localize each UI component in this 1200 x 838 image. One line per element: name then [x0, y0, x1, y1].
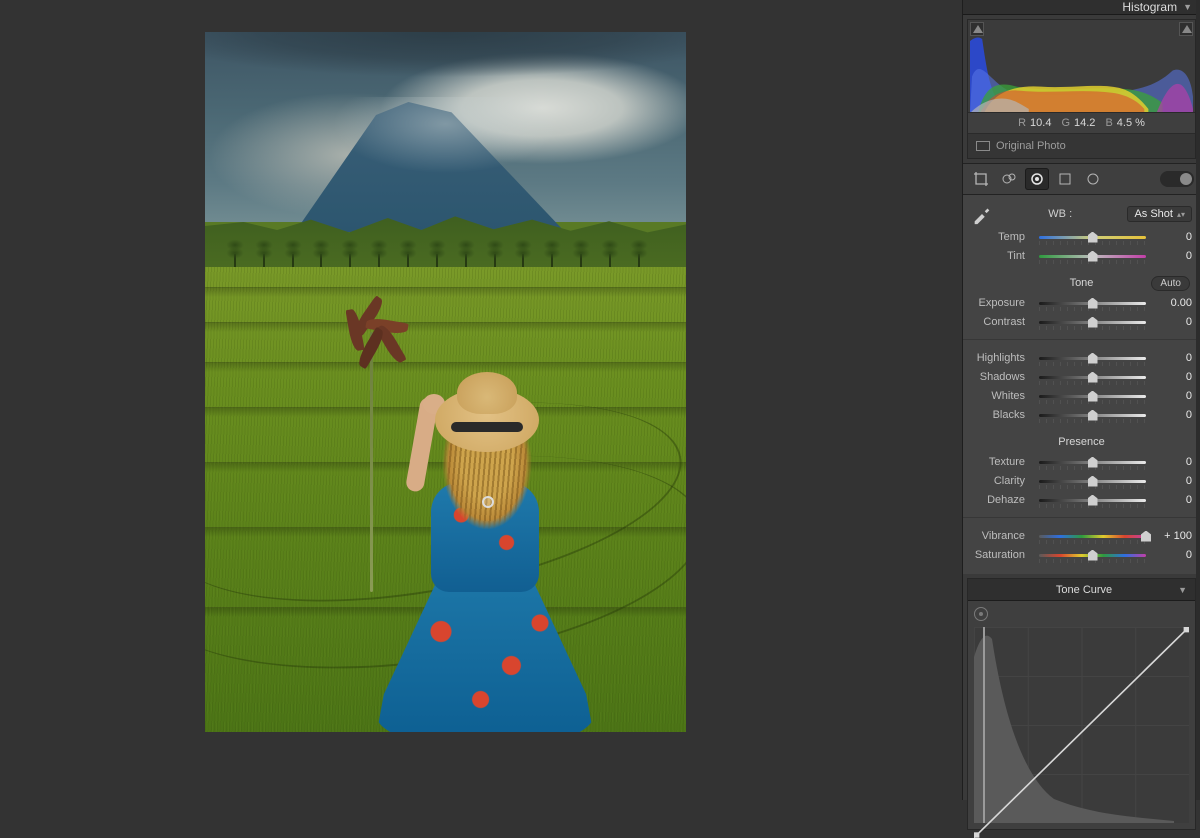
- whites-slider-row: Whites 0: [971, 386, 1192, 405]
- original-photo-toggle[interactable]: Original Photo: [968, 133, 1195, 158]
- saturation-value[interactable]: 0: [1152, 549, 1192, 561]
- contrast-slider[interactable]: [1039, 316, 1146, 328]
- panel-switch-toggle[interactable]: [1160, 171, 1194, 187]
- crop-tool-icon[interactable]: [969, 168, 993, 190]
- temp-slider-row: Temp 0: [971, 227, 1192, 246]
- histogram-panel: R10.4 G14.2 B4.5 % Original Photo: [967, 19, 1196, 159]
- contrast-slider-row: Contrast 0: [971, 312, 1192, 331]
- vibrance-slider[interactable]: [1039, 530, 1146, 542]
- highlights-slider[interactable]: [1039, 352, 1146, 364]
- texture-value[interactable]: 0: [1152, 456, 1192, 468]
- exposure-slider[interactable]: [1039, 297, 1146, 309]
- texture-label: Texture: [971, 456, 1033, 468]
- rgb-readout: R10.4 G14.2 B4.5 %: [968, 112, 1195, 133]
- collapse-icon: ▼: [1178, 585, 1187, 595]
- temp-slider[interactable]: [1039, 231, 1146, 243]
- highlights-value[interactable]: 0: [1152, 352, 1192, 364]
- histogram-graph[interactable]: [968, 20, 1195, 112]
- clarity-slider[interactable]: [1039, 475, 1146, 487]
- exposure-label: Exposure: [971, 297, 1033, 309]
- basic-panel: WB : As Shot▴▾ Temp 0 Tint 0 Tone Auto Expo…: [963, 195, 1200, 574]
- dehaze-label: Dehaze: [971, 494, 1033, 506]
- clarity-slider-row: Clarity 0: [971, 471, 1192, 490]
- shadows-slider[interactable]: [1039, 371, 1146, 383]
- contrast-value[interactable]: 0: [1152, 316, 1192, 328]
- histogram-svg: [970, 36, 1193, 112]
- saturation-slider-row: Saturation 0: [971, 545, 1192, 564]
- point-curve-target-icon[interactable]: [974, 607, 988, 621]
- presence-section-label: Presence: [1058, 436, 1104, 448]
- editor-canvas[interactable]: [0, 0, 962, 800]
- contrast-label: Contrast: [971, 316, 1033, 328]
- exposure-slider-row: Exposure 0.00: [971, 293, 1192, 312]
- texture-slider-row: Texture 0: [971, 452, 1192, 471]
- graduated-filter-tool-icon[interactable]: [1053, 168, 1077, 190]
- shadows-slider-row: Shadows 0: [971, 367, 1192, 386]
- auto-tone-button[interactable]: Auto: [1151, 276, 1190, 291]
- redeye-tool-icon[interactable]: [1025, 168, 1049, 190]
- whites-label: Whites: [971, 390, 1033, 402]
- histogram-header[interactable]: Histogram ▼: [963, 0, 1200, 15]
- dehaze-slider[interactable]: [1039, 494, 1146, 506]
- chevron-updown-icon: ▴▾: [1177, 210, 1185, 219]
- dehaze-slider-row: Dehaze 0: [971, 490, 1192, 509]
- exposure-value[interactable]: 0.00: [1152, 297, 1192, 309]
- white-balance-dropper-icon[interactable]: [971, 203, 993, 225]
- whites-slider[interactable]: [1039, 390, 1146, 402]
- tone-curve-header[interactable]: Tone Curve ▼: [968, 579, 1195, 601]
- wb-label: WB :: [1001, 208, 1119, 220]
- tone-curve-graph[interactable]: [974, 627, 1189, 823]
- photo-preview[interactable]: [205, 32, 686, 732]
- blacks-value[interactable]: 0: [1152, 409, 1192, 421]
- shadow-clip-indicator[interactable]: [970, 22, 984, 36]
- highlights-label: Highlights: [971, 352, 1033, 364]
- temp-value[interactable]: 0: [1152, 231, 1192, 243]
- blacks-slider-row: Blacks 0: [971, 405, 1192, 424]
- tint-slider[interactable]: [1039, 250, 1146, 262]
- wb-preset-select[interactable]: As Shot▴▾: [1127, 206, 1192, 222]
- develop-right-panel: Histogram ▼ R10.4 G14.2 B4.5 % Original …: [962, 0, 1200, 800]
- saturation-slider[interactable]: [1039, 549, 1146, 561]
- histogram-title: Histogram: [1122, 0, 1177, 14]
- clarity-label: Clarity: [971, 475, 1033, 487]
- collapse-icon: ▼: [1183, 2, 1192, 12]
- clarity-value[interactable]: 0: [1152, 475, 1192, 487]
- spot-removal-tool-icon[interactable]: [997, 168, 1021, 190]
- highlight-clip-indicator[interactable]: [1179, 22, 1193, 36]
- vibrance-label: Vibrance: [971, 530, 1033, 542]
- vibrance-value[interactable]: + 100: [1152, 530, 1192, 542]
- vibrance-slider-row: Vibrance + 100: [971, 526, 1192, 545]
- temp-label: Temp: [971, 231, 1033, 243]
- tint-value[interactable]: 0: [1152, 250, 1192, 262]
- local-adjust-toolstrip: [963, 163, 1200, 195]
- shadows-value[interactable]: 0: [1152, 371, 1192, 383]
- highlights-slider-row: Highlights 0: [971, 348, 1192, 367]
- radial-filter-tool-icon[interactable]: [1081, 168, 1105, 190]
- dehaze-value[interactable]: 0: [1152, 494, 1192, 506]
- tone-curve-input-indicator: [983, 627, 985, 823]
- tone-curve-line: [974, 627, 1189, 838]
- tone-curve-panel: Tone Curve ▼: [967, 578, 1196, 830]
- shadows-label: Shadows: [971, 371, 1033, 383]
- original-photo-icon: [976, 141, 990, 151]
- whites-value[interactable]: 0: [1152, 390, 1192, 402]
- blacks-label: Blacks: [971, 409, 1033, 421]
- panel-scrollbar[interactable]: [1196, 0, 1200, 800]
- tone-section-label: Tone: [1070, 277, 1094, 289]
- blacks-slider[interactable]: [1039, 409, 1146, 421]
- sample-cursor-icon: [482, 496, 494, 508]
- tint-slider-row: Tint 0: [971, 246, 1192, 265]
- texture-slider[interactable]: [1039, 456, 1146, 468]
- saturation-label: Saturation: [971, 549, 1033, 561]
- tint-label: Tint: [971, 250, 1033, 262]
